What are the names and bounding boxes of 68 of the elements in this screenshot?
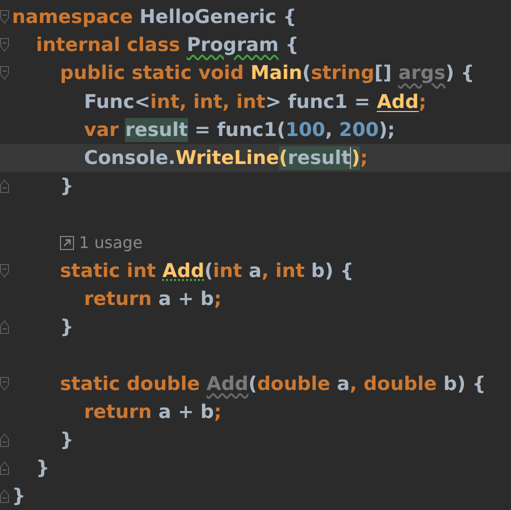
code-token: > func1 =: [265, 90, 372, 114]
code-token: ;: [214, 400, 222, 424]
code-token: a: [336, 372, 350, 396]
code-token: return: [83, 400, 153, 424]
code-token: var: [83, 118, 120, 142]
code-token: , int: [262, 258, 306, 283]
code-token: Program: [186, 33, 279, 58]
code-token: b) {: [311, 258, 354, 283]
code-token: internal class: [35, 33, 182, 58]
fold-marker-icon[interactable]: [0, 489, 9, 504]
code-token: = func1(: [194, 118, 286, 142]
fold-marker-icon[interactable]: [0, 10, 9, 24]
code-token: b) {: [443, 372, 486, 396]
code-token: ) {: [445, 61, 474, 86]
code-token: }: [59, 174, 74, 198]
code-token: }: [59, 428, 74, 452]
fold-marker-icon[interactable]: [0, 376, 9, 391]
code-token: (: [248, 372, 258, 396]
code-token: Add: [162, 258, 204, 283]
code-token: WriteLine: [176, 146, 280, 170]
code-token: static int: [59, 258, 157, 283]
fold-marker-icon[interactable]: [0, 432, 9, 447]
usage-hint[interactable]: 1 usage: [12, 233, 143, 252]
usage-count[interactable]: 1 usage: [79, 233, 143, 252]
code-token: ;: [360, 146, 368, 170]
code-token: a + b: [158, 400, 214, 424]
code-token: result: [288, 146, 350, 170]
code-token: int: [213, 258, 244, 283]
code-token: 200: [339, 118, 379, 142]
code-token: }: [12, 484, 26, 508]
code-token: a: [248, 258, 262, 283]
code-token: 100: [286, 118, 326, 142]
code-token: []: [374, 61, 393, 86]
code-token: return: [83, 286, 153, 311]
code-token: (: [302, 61, 311, 86]
fold-marker-icon[interactable]: [0, 264, 9, 278]
code-token: namespace: [12, 5, 134, 30]
code-token: string: [310, 61, 374, 86]
fold-marker-icon[interactable]: [0, 66, 9, 80]
code-token: ,: [325, 118, 334, 142]
code-token: Main: [250, 61, 302, 86]
code-token: Add: [376, 90, 419, 114]
code-token: static double: [59, 372, 201, 396]
code-token: (: [279, 146, 288, 170]
code-token: int, int, int: [150, 90, 266, 114]
fold-marker-icon[interactable]: [0, 461, 9, 476]
code-token: Func<: [83, 90, 150, 114]
fold-marker-icon[interactable]: [0, 320, 9, 334]
code-token: Console.: [83, 146, 176, 170]
code-token: a + b: [158, 286, 214, 311]
code-token: public static void: [59, 61, 245, 86]
code-token: ;: [418, 90, 426, 114]
code-token: ): [351, 146, 360, 170]
code-token: );: [378, 118, 396, 142]
code-token: , double: [350, 372, 438, 396]
code-token: {: [284, 33, 299, 58]
code-token: double: [257, 372, 332, 396]
code-token: HelloGeneric {: [140, 5, 297, 30]
text-cursor: [350, 147, 352, 170]
code-token: }: [35, 456, 50, 480]
code-token: (: [204, 258, 214, 283]
code-token: result: [125, 118, 188, 142]
code-token: Add: [206, 372, 248, 396]
fold-marker-icon[interactable]: [0, 38, 9, 52]
fold-marker-icon[interactable]: [0, 179, 9, 194]
code-token: }: [59, 315, 74, 340]
code-token: args: [398, 61, 446, 86]
code-token: ;: [214, 286, 222, 311]
